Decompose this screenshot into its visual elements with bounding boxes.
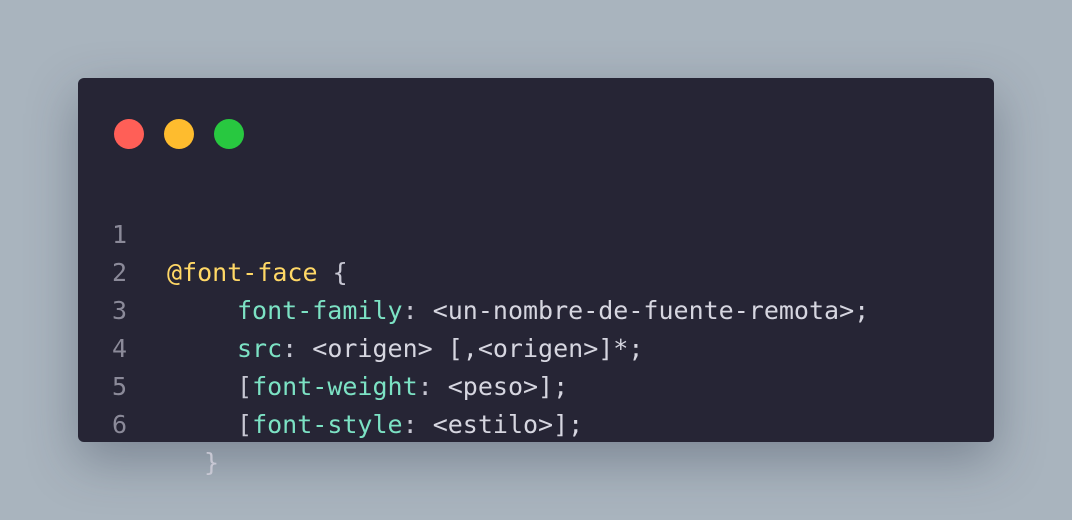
minimize-dot-icon[interactable]	[164, 119, 194, 149]
code-line: 1 @font-face {	[78, 178, 994, 287]
code-line: 2 font-family: <un-nombre-de-fuente-remo…	[78, 216, 994, 325]
code-line: 6 }	[78, 368, 994, 477]
code-block: 1 @font-face { 2 font-family: <un-nombre…	[78, 178, 994, 477]
code-line: 3 src: <origen> [,<origen>]*;	[78, 254, 994, 363]
code-line: 4 [font-weight: <peso>];	[78, 292, 994, 401]
line-number: 6	[112, 410, 128, 439]
window-controls	[114, 119, 244, 149]
close-brace: }	[204, 448, 220, 477]
code-window: 1 @font-face { 2 font-family: <un-nombre…	[78, 78, 994, 477]
open-bracket: [	[237, 410, 253, 439]
close-dot-icon[interactable]	[114, 119, 144, 149]
property-name: font-style	[252, 410, 403, 439]
code-line: 5 [font-style: <estilo>];	[78, 330, 994, 439]
property-value: <estilo>];	[417, 410, 584, 439]
maximize-dot-icon[interactable]	[214, 119, 244, 149]
colon: :	[402, 410, 418, 439]
